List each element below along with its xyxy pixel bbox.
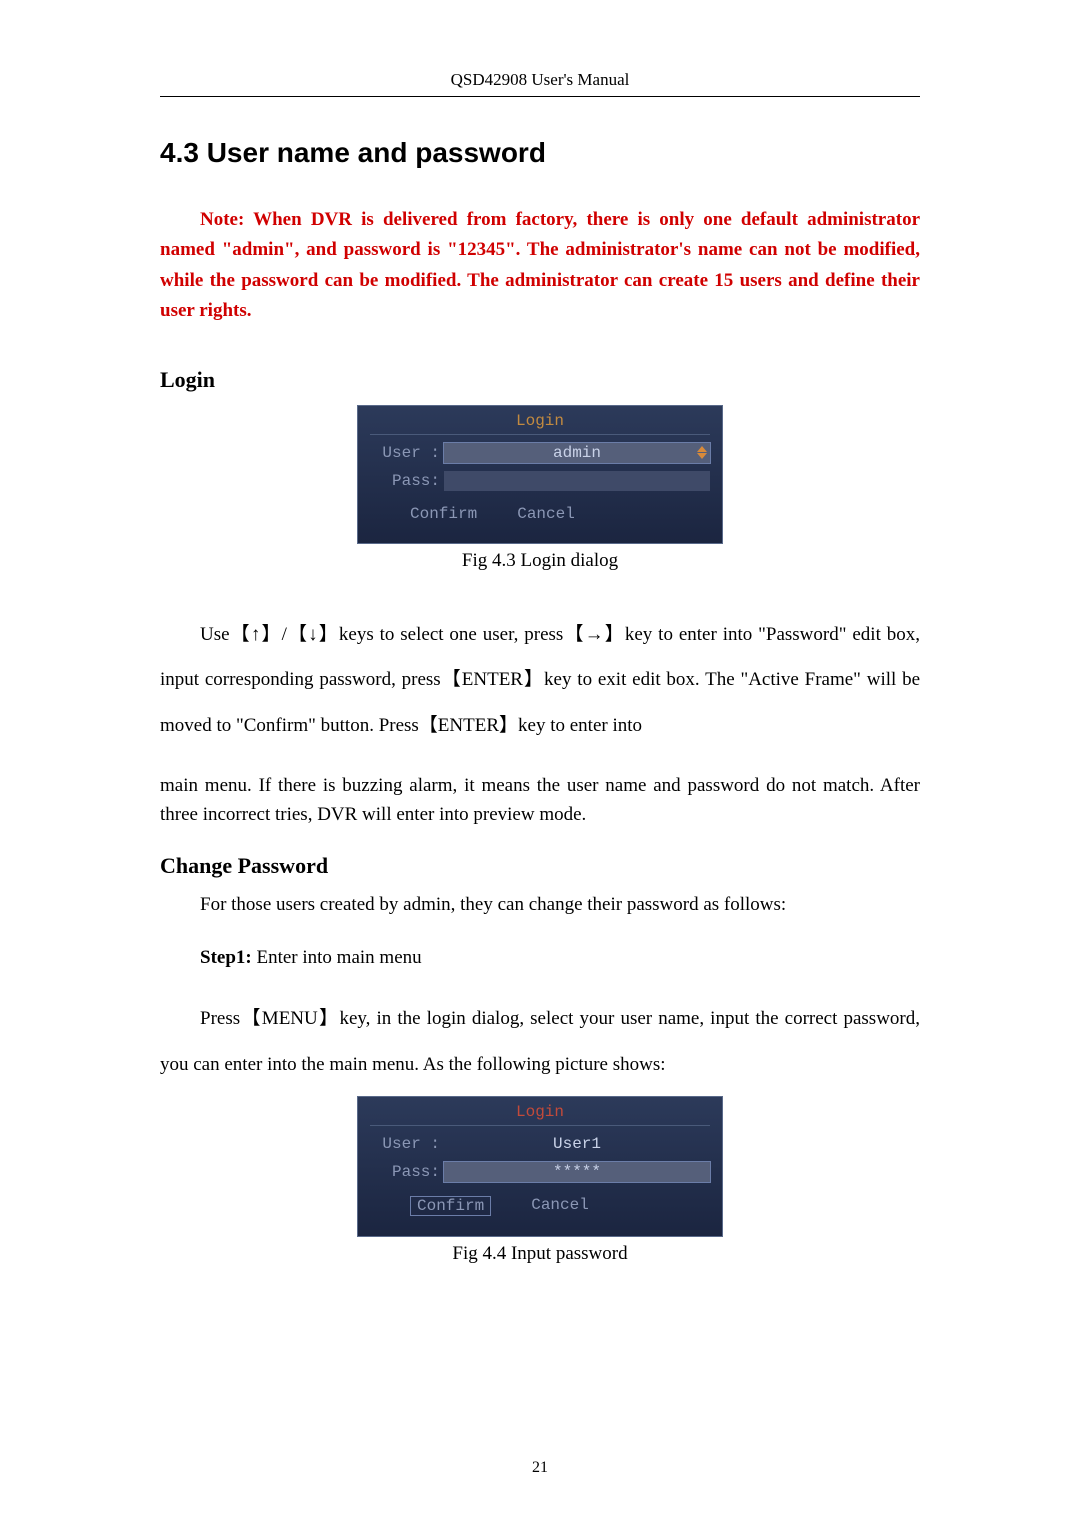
pass-row: Pass: (370, 471, 710, 491)
section-title: 4.3 User name and password (160, 137, 920, 169)
manual-page: QSD42908 User's Manual 4.3 User name and… (0, 0, 1080, 1527)
arrow-down-icon (697, 453, 707, 459)
cancel-button[interactable]: Cancel (517, 505, 575, 523)
figure-4-3: Login User : admin Pass: Confirm Cancel (160, 405, 920, 572)
pass-label: Pass: (370, 472, 444, 490)
page-number: 21 (0, 1459, 1080, 1477)
note-paragraph: Note: When DVR is delivered from factory… (160, 205, 920, 327)
user-select-field[interactable]: admin (444, 443, 710, 463)
pass-input[interactable] (444, 471, 710, 491)
step1-line: Step1: Enter into main menu (160, 944, 920, 973)
step1-label: Step1: (200, 947, 256, 968)
confirm-button-2[interactable]: Confirm (410, 1196, 491, 1216)
login-dialog-title: Login (370, 412, 710, 435)
login-heading: Login (160, 367, 920, 393)
user-spinner[interactable] (696, 443, 708, 463)
cancel-button-2[interactable]: Cancel (531, 1196, 589, 1216)
figure-4-4: Login User : User1 Pass: ***** Confirm C… (160, 1096, 920, 1265)
pass-label-2: Pass: (370, 1163, 444, 1181)
change-password-intro: For those users created by admin, they c… (160, 891, 920, 920)
note-text: Note: When DVR is delivered from factory… (160, 209, 920, 321)
user-row: User : admin (370, 443, 710, 463)
change-password-heading: Change Password (160, 853, 920, 879)
instruction-paragraph-1-cont: main menu. If there is buzzing alarm, it… (160, 772, 920, 829)
user-label: User : (370, 444, 444, 462)
arrow-up-icon (697, 446, 707, 452)
login-dialog-2: Login User : User1 Pass: ***** Confirm C… (357, 1096, 723, 1237)
step1-text: Enter into main menu (256, 947, 421, 968)
confirm-button[interactable]: Confirm (410, 505, 477, 523)
user-row-2: User : User1 (370, 1134, 710, 1154)
user-value: admin (553, 444, 601, 462)
user-label-2: User : (370, 1135, 444, 1153)
step1-body: Press【MENU】key, in the login dialog, sel… (160, 996, 920, 1087)
page-header: QSD42908 User's Manual (160, 70, 920, 97)
button-row-2: Confirm Cancel (370, 1196, 710, 1216)
instruction-paragraph-1: Use【↑】/【↓】keys to select one user, press… (160, 612, 920, 749)
figure-4-3-caption: Fig 4.3 Login dialog (160, 550, 920, 572)
button-row: Confirm Cancel (370, 505, 710, 523)
login-dialog-2-title: Login (370, 1103, 710, 1126)
pass-input-2[interactable]: ***** (444, 1162, 710, 1182)
figure-4-4-caption: Fig 4.4 Input password (160, 1243, 920, 1265)
pass-row-2: Pass: ***** (370, 1162, 710, 1182)
login-dialog: Login User : admin Pass: Confirm Cancel (357, 405, 723, 544)
user-value-2[interactable]: User1 (444, 1134, 710, 1154)
